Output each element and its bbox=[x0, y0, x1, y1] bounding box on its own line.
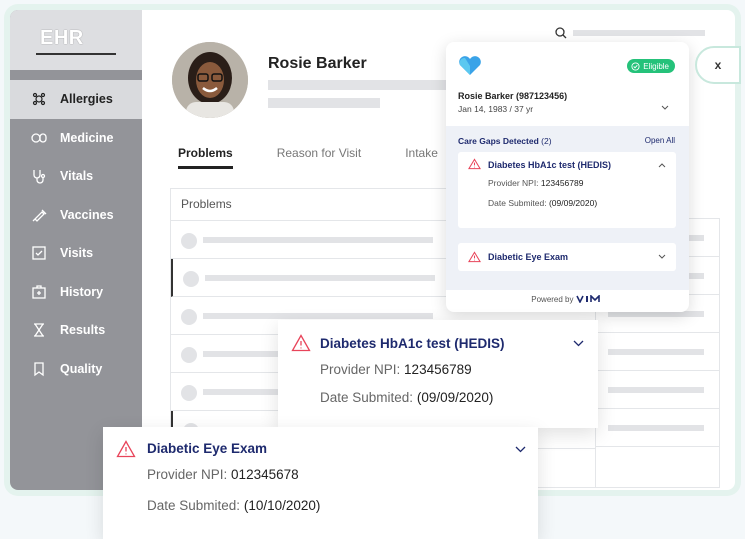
care-gap-date: Date Submited: (09/09/2020) bbox=[320, 390, 494, 405]
search-input[interactable] bbox=[573, 30, 705, 36]
patient-avatar bbox=[172, 42, 248, 118]
sidebar-item-label: Visits bbox=[60, 246, 94, 261]
placeholder-bar bbox=[268, 80, 448, 90]
sidebar: EHR Allergies Medicine Vitals Vaccines V… bbox=[10, 10, 142, 490]
table-row bbox=[596, 333, 719, 371]
sidebar-item-label: Vaccines bbox=[60, 207, 114, 222]
sidebar-item-allergies[interactable]: Allergies bbox=[10, 80, 142, 119]
close-icon: x bbox=[714, 58, 722, 72]
care-gap-card[interactable]: Diabetic Eye Exam bbox=[458, 243, 676, 271]
medicine-icon bbox=[30, 129, 48, 147]
tab-problems[interactable]: Problems bbox=[178, 146, 233, 169]
sidebar-item-vaccines[interactable]: Vaccines bbox=[10, 196, 142, 235]
tab-intake[interactable]: Intake bbox=[405, 146, 438, 169]
logo-text: EHR bbox=[40, 27, 84, 49]
history-icon bbox=[30, 283, 48, 301]
care-gaps-title: Care Gaps Detected (2) bbox=[458, 136, 552, 146]
chevron-down-icon[interactable] bbox=[661, 98, 669, 116]
vim-patient-name: Rosie Barker (987123456) bbox=[458, 91, 568, 101]
sidebar-item-label: History bbox=[60, 284, 104, 299]
vim-panel: Eligible Rosie Barker (987123456) Jan 14… bbox=[446, 42, 689, 312]
sidebar-item-visits[interactable]: Visits bbox=[10, 234, 142, 273]
stethoscope-icon bbox=[30, 167, 48, 185]
care-gap-date: Date Submited: (09/09/2020) bbox=[488, 198, 598, 208]
sidebar-item-label: Quality bbox=[60, 361, 103, 376]
sidebar-item-label: Results bbox=[60, 323, 106, 338]
sidebar-item-vitals[interactable]: Vitals bbox=[10, 157, 142, 196]
powered-by: Powered by bbox=[446, 294, 689, 304]
tab-bar: Problems Reason for Visit Intake bbox=[178, 146, 438, 169]
open-all-link[interactable]: Open All bbox=[645, 136, 675, 145]
care-gap-date: Date Submited: (10/10/2020) bbox=[147, 498, 321, 513]
care-gap-title: Diabetes HbA1c test (HEDIS) bbox=[320, 336, 505, 351]
chevron-up-icon[interactable] bbox=[658, 162, 666, 168]
close-button[interactable]: x bbox=[695, 46, 741, 84]
patient-name: Rosie Barker bbox=[268, 55, 367, 72]
care-gap-title: Diabetic Eye Exam bbox=[147, 441, 268, 456]
care-gap-zoom-card[interactable]: Diabetic Eye Exam Provider NPI: 01234567… bbox=[103, 427, 538, 539]
care-gap-npi: Provider NPI: 012345678 bbox=[147, 467, 299, 482]
warning-icon bbox=[291, 334, 311, 352]
placeholder-bar bbox=[268, 98, 380, 108]
sidebar-item-quality[interactable]: Quality bbox=[10, 350, 142, 389]
vim-heart-icon bbox=[458, 56, 482, 81]
care-gaps-section: Care Gaps Detected (2) Open All Diabetes… bbox=[446, 126, 689, 290]
eligible-badge: Eligible bbox=[627, 59, 675, 73]
sidebar-item-medicine[interactable]: Medicine bbox=[10, 119, 142, 158]
bookmark-icon bbox=[30, 360, 48, 378]
chevron-down-icon[interactable] bbox=[658, 254, 666, 260]
check-circle-icon bbox=[631, 61, 640, 71]
sidebar-item-label: Allergies bbox=[60, 92, 113, 107]
sidebar-item-label: Vitals bbox=[60, 169, 94, 184]
powered-by-label: Powered by bbox=[531, 295, 574, 304]
care-gap-card[interactable]: Diabetes HbA1c test (HEDIS) Provider NPI… bbox=[458, 152, 676, 228]
care-gap-zoom-card[interactable]: Diabetes HbA1c test (HEDIS) Provider NPI… bbox=[278, 320, 598, 428]
sidebar-item-results[interactable]: Results bbox=[10, 311, 142, 350]
chevron-down-icon[interactable] bbox=[515, 446, 526, 453]
results-icon bbox=[30, 321, 48, 339]
logo: EHR bbox=[10, 10, 142, 70]
warning-icon bbox=[468, 158, 481, 170]
checkbox-icon bbox=[30, 244, 48, 262]
care-gap-title: Diabetic Eye Exam bbox=[488, 252, 569, 262]
care-gap-npi: Provider NPI: 123456789 bbox=[320, 362, 472, 377]
tab-reason-for-visit[interactable]: Reason for Visit bbox=[277, 146, 362, 169]
vim-patient-dob: Jan 14, 1983 / 37 yr bbox=[458, 104, 534, 114]
sidebar-item-history[interactable]: History bbox=[10, 273, 142, 312]
table-row bbox=[596, 371, 719, 409]
vim-logo-icon bbox=[576, 294, 600, 304]
eligible-label: Eligible bbox=[643, 61, 669, 71]
warning-icon bbox=[468, 251, 481, 263]
logo-underline bbox=[36, 53, 116, 55]
syringe-icon bbox=[30, 206, 48, 224]
table-row bbox=[596, 409, 719, 447]
sidebar-item-label: Medicine bbox=[60, 130, 114, 145]
warning-icon bbox=[116, 440, 136, 458]
allergies-icon bbox=[30, 90, 48, 108]
care-gap-title: Diabetes HbA1c test (HEDIS) bbox=[488, 160, 612, 170]
sidebar-nav: Allergies Medicine Vitals Vaccines Visit… bbox=[10, 80, 142, 388]
chevron-down-icon[interactable] bbox=[573, 340, 584, 347]
care-gap-npi: Provider NPI: 123456789 bbox=[488, 178, 584, 188]
